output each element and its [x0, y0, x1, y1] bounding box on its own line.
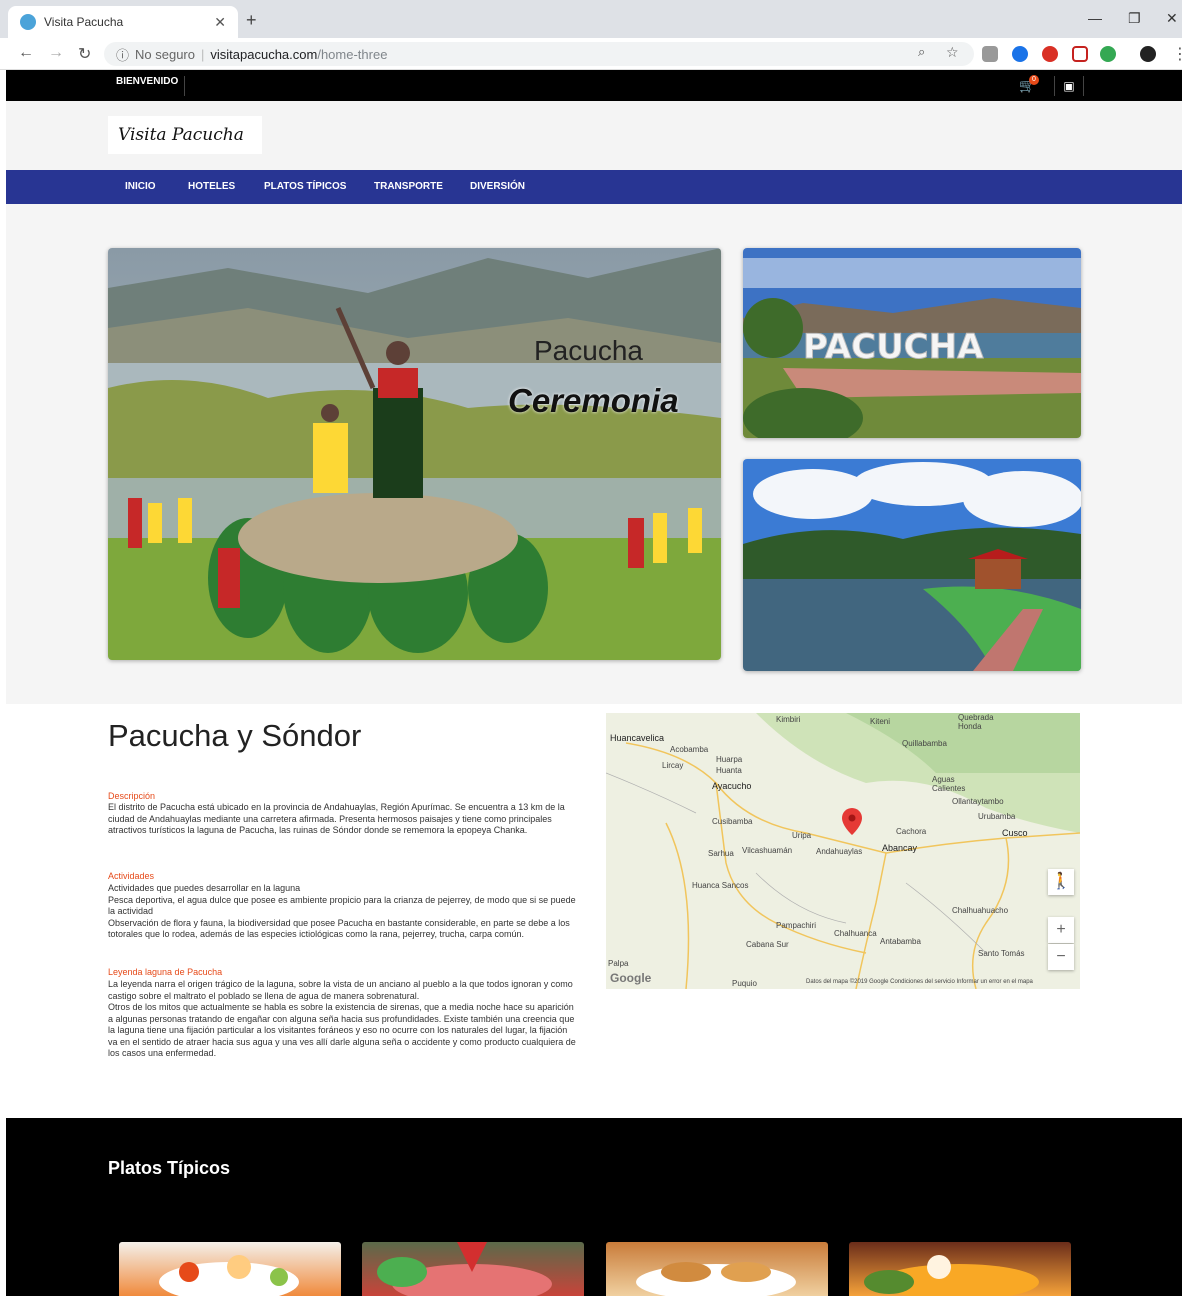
map-city-label: Huancavelica: [610, 733, 665, 743]
map-zoom-in-button[interactable]: +: [1048, 917, 1074, 943]
extension-icon[interactable]: [1012, 46, 1028, 62]
new-tab-icon[interactable]: +: [246, 10, 257, 31]
main-nav: INICIO HOTELES PLATOS TÍPICOS TRANSPORTE…: [6, 170, 1182, 204]
close-tab-icon[interactable]: ✕: [214, 14, 226, 31]
url-host: visitapacucha.com: [210, 46, 318, 62]
section-heading-descripcion: Descripción: [108, 791, 156, 801]
separator: |: [201, 46, 205, 62]
section-text-leyenda: La leyenda narra el origen trágico de la…: [108, 979, 576, 1058]
map-city-label: Palpa: [608, 959, 629, 968]
map-city-label: Abancay: [882, 843, 918, 853]
map-city-label: Ollantaytambo: [952, 797, 1004, 806]
site-logo[interactable]: Visita Pacucha: [108, 116, 262, 154]
dish-image-card[interactable]: [362, 1242, 584, 1296]
bookmark-star-icon[interactable]: ☆: [946, 44, 959, 61]
map-city-label: Huanta: [716, 766, 742, 775]
map-city-label: Andahuaylas: [816, 847, 863, 856]
pacucha-sign-image[interactable]: PACUCHA: [743, 248, 1081, 438]
map-city-label: Chalhuanca: [834, 929, 877, 938]
hero-caption-title: Pacucha: [534, 335, 643, 366]
map-attribution[interactable]: Datos del mapa ©2019 Google Condiciones …: [806, 979, 1033, 985]
welcome-label: BIENVENIDO: [116, 76, 186, 96]
minimize-icon[interactable]: —: [1088, 10, 1102, 26]
map-city-label: Uripa: [792, 831, 812, 840]
cart-count-badge: 0: [1029, 75, 1039, 85]
nav-item-inicio[interactable]: INICIO: [125, 181, 156, 192]
extension-icon[interactable]: [982, 46, 998, 62]
user-account-icon[interactable]: ▣: [1054, 76, 1084, 96]
address-bar: ← → ↻ ⓘ No seguro | visitapacucha.com/ho…: [0, 38, 1182, 70]
site-favicon-icon: [20, 14, 36, 30]
section-heading-leyenda: Leyenda laguna de Pacucha: [108, 967, 223, 977]
map-city-label: Huanca Sancos: [692, 881, 749, 890]
google-map[interactable]: Huancavelica Acobamba Huarpa Lircay Huan…: [606, 713, 1080, 989]
map-city-label: Cusibamba: [712, 817, 753, 826]
back-icon[interactable]: ←: [18, 44, 34, 62]
map-city-label: Acobamba: [670, 745, 709, 754]
zoom-icon[interactable]: ⌕: [918, 44, 925, 60]
dish-image-card[interactable]: [119, 1242, 341, 1296]
hero-ceremony-image[interactable]: [108, 248, 721, 660]
tab-title: Visita Pacucha: [44, 15, 124, 29]
map-city-label: Kiteni: [870, 717, 891, 726]
lagoon-gazebo-image[interactable]: [743, 459, 1081, 671]
reload-icon[interactable]: ↻: [78, 44, 91, 64]
map-city-label: Sarhua: [708, 849, 734, 858]
dish-image-card[interactable]: [606, 1242, 828, 1296]
extension-icon[interactable]: [1042, 46, 1058, 62]
pacucha-sign-text: PACUCHA: [803, 327, 984, 367]
map-city-label: Aguas Calientes: [932, 775, 966, 793]
map-city-label: Vilcashuamán: [742, 846, 793, 855]
map-city-label: Chalhuahuacho: [952, 906, 1009, 915]
site-header: Visita Pacucha: [6, 101, 1182, 170]
section-text-actividades: Actividades que puedes desarrollar en la…: [108, 883, 576, 939]
map-city-label: Urubamba: [978, 812, 1016, 821]
nav-item-hoteles[interactable]: HOTELES: [188, 181, 235, 192]
url-input[interactable]: ⓘ No seguro | visitapacucha.com/home-thr…: [104, 42, 974, 66]
info-icon[interactable]: ⓘ: [116, 45, 129, 64]
map-city-label: Quebrada Honda: [958, 713, 994, 731]
map-city-label: Huarpa: [716, 755, 743, 764]
section-heading-actividades: Actividades: [108, 871, 155, 881]
extension-icon[interactable]: [1072, 46, 1088, 62]
map-zoom-out-button[interactable]: −: [1048, 944, 1074, 970]
security-label: No seguro: [135, 46, 195, 62]
section-text-descripcion: El distrito de Pacucha está ubicado en l…: [108, 802, 565, 835]
map-city-label: Santo Tomás: [978, 949, 1025, 958]
map-city-label: Pampachiri: [776, 921, 817, 930]
menu-kebab-icon[interactable]: ⋮: [1172, 44, 1182, 64]
page-title: Pacucha y Sóndor: [108, 718, 362, 753]
profile-avatar-icon[interactable]: [1140, 46, 1156, 62]
extension-icon[interactable]: [1100, 46, 1116, 62]
nav-item-diversion[interactable]: DIVERSIÓN: [470, 181, 525, 192]
map-city-label: Antabamba: [880, 937, 921, 946]
site-topbar: BIENVENIDO 🛒 0 ▣: [6, 70, 1182, 101]
browser-tab[interactable]: Visita Pacucha ✕: [8, 6, 238, 38]
restore-icon[interactable]: ❐: [1128, 10, 1141, 27]
map-city-label: Lircay: [662, 761, 684, 770]
window-close-icon[interactable]: ✕: [1166, 10, 1178, 27]
browser-tabbar: Visita Pacucha ✕ + — ❐ ✕: [0, 0, 1182, 38]
google-logo[interactable]: Google: [610, 971, 651, 985]
street-view-pegman-icon[interactable]: 🚶: [1048, 869, 1074, 895]
url-path: /home-three: [317, 46, 388, 62]
hero-caption-subtitle: Ceremonia: [508, 382, 679, 419]
forward-icon[interactable]: →: [48, 44, 64, 62]
platos-section-title: Platos Típicos: [108, 1158, 231, 1178]
map-city-label: Quillabamba: [902, 739, 947, 748]
map-city-label: Cabana Sur: [746, 940, 789, 949]
map-city-label: Cusco: [1002, 828, 1028, 838]
map-city-label: Cachora: [896, 827, 927, 836]
nav-item-transporte[interactable]: TRANSPORTE: [374, 181, 443, 192]
dish-image-card[interactable]: [849, 1242, 1071, 1296]
map-city-label: Ayacucho: [712, 781, 752, 791]
nav-item-platos-tipicos[interactable]: PLATOS TÍPICOS: [264, 181, 346, 192]
map-city-label: Kimbiri: [776, 715, 801, 724]
map-city-label: Puquio: [732, 979, 757, 988]
